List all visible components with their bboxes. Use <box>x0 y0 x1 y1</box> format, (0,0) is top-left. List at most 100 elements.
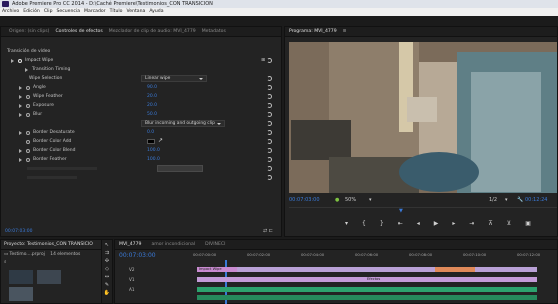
param-row-wipe-feather[interactable]: Wipe Feather 20.0 <box>7 92 281 101</box>
menu-clip[interactable]: Clip <box>44 8 53 16</box>
reset-icon[interactable] <box>267 157 272 162</box>
audio-clip-a1[interactable] <box>197 287 537 292</box>
reset-icon[interactable] <box>267 85 272 90</box>
tab-source[interactable]: Origen: (sin clips) <box>9 29 49 34</box>
wipe-selection-dropdown[interactable]: Linear wipe <box>141 75 207 82</box>
search-row[interactable]: ⌕ <box>1 259 109 267</box>
param-row-exposure[interactable]: Exposure 20.0 <box>7 101 281 110</box>
panel-menu-icon[interactable]: ≡ <box>343 29 347 34</box>
clip-thumbnail[interactable] <box>9 270 33 284</box>
keyframe-menu-icon[interactable]: ⊞ <box>261 58 265 63</box>
param-value[interactable]: 100.0 <box>147 157 160 162</box>
reset-icon[interactable] <box>267 112 272 117</box>
param-value[interactable]: 50.0 <box>147 112 157 117</box>
reset-icon[interactable] <box>267 139 272 144</box>
stopwatch-icon[interactable] <box>26 157 30 162</box>
step-back-icon[interactable]: ◂ <box>417 220 420 230</box>
param-value[interactable]: 20.0 <box>147 94 157 99</box>
reset-icon[interactable] <box>267 130 272 135</box>
param-row-angle[interactable]: Angle 90.0 <box>7 83 281 92</box>
eyedropper-icon[interactable]: ↗ <box>158 137 163 144</box>
effect-row[interactable]: Impact Wipe ⊞ <box>7 56 281 65</box>
stopwatch-icon[interactable] <box>26 103 30 108</box>
reset-icon[interactable] <box>267 148 272 153</box>
param-value[interactable]: 0.0 <box>147 130 154 135</box>
param-row-blur[interactable]: Blur 50.0 <box>7 110 281 119</box>
reset-icon[interactable] <box>267 166 272 171</box>
extract-icon[interactable]: ⊻ <box>507 220 511 230</box>
expand-icon[interactable] <box>19 130 22 135</box>
panel-footer-icons[interactable]: ⇄ ⊏ <box>263 228 273 234</box>
reset-icon[interactable] <box>267 175 272 180</box>
menu-marcador[interactable]: Marcador <box>84 8 106 16</box>
mark-in-icon[interactable]: { <box>362 220 366 230</box>
param-row-border-feather[interactable]: Border Feather 100.0 <box>7 155 281 164</box>
effect-panel-timecode[interactable]: 00:07:03:00 <box>5 229 32 234</box>
timeline-timecode[interactable]: 00:07:03:00 <box>119 252 156 259</box>
lift-icon[interactable]: ⊼ <box>488 220 492 230</box>
tab-sequence-mvi[interactable]: MVI_4779 <box>119 242 141 247</box>
project-title[interactable]: Proyecto: Testimonios_CON TRANSICIO <box>1 240 109 250</box>
expand-icon[interactable] <box>19 112 22 117</box>
param-row-border-color-add[interactable]: Border Color Add ↗ <box>7 137 281 146</box>
expand-icon[interactable] <box>25 67 28 72</box>
video-clip-v2[interactable] <box>237 267 537 272</box>
stopwatch-icon[interactable] <box>26 85 30 90</box>
tab-program[interactable]: Programa: MVI_4779 <box>289 29 337 34</box>
video-frame[interactable] <box>289 42 557 193</box>
tab-metadata[interactable]: Metadatos <box>202 29 226 34</box>
resolution-dropdown[interactable]: 1/2 <box>489 195 497 205</box>
param-value[interactable]: 20.0 <box>147 103 157 108</box>
stopwatch-icon[interactable] <box>26 139 30 144</box>
reset-icon[interactable] <box>267 103 272 108</box>
hand-tool-icon[interactable]: ✋ <box>104 290 110 296</box>
zoom-dropdown[interactable]: 50% <box>345 195 356 205</box>
razor-tool-icon[interactable]: ◇ <box>105 266 109 272</box>
param-row-border-desaturate[interactable]: Border Desaturate 0.0 <box>7 128 281 137</box>
expand-icon[interactable] <box>11 58 14 63</box>
reset-icon[interactable] <box>267 58 272 63</box>
track-select-icon[interactable]: ⇉ <box>105 250 109 256</box>
expand-icon[interactable] <box>19 148 22 153</box>
expand-icon[interactable] <box>19 94 22 99</box>
chevron-down-icon[interactable]: ▾ <box>369 195 372 205</box>
video-clip-v1[interactable]: Efectos <box>197 277 537 282</box>
export-frame-icon[interactable]: ▣ <box>525 220 531 230</box>
tab-sequence-amor[interactable]: amor incondicional <box>151 242 195 247</box>
selection-tool-icon[interactable]: ↖ <box>105 242 109 248</box>
reset-icon[interactable] <box>267 76 272 81</box>
color-swatch[interactable] <box>147 139 155 144</box>
transition-timing-row[interactable]: Transition Timing <box>7 65 281 74</box>
mark-out-icon[interactable]: } <box>380 220 384 230</box>
reset-icon[interactable] <box>267 121 272 126</box>
ripple-edit-icon[interactable]: ✣ <box>105 258 109 264</box>
time-ruler[interactable]: 00:07:00:00 00:07:02:00 00:07:04:00 00:0… <box>193 252 557 260</box>
clip-thumbnail[interactable] <box>37 270 61 284</box>
menu-titulo[interactable]: Título <box>110 8 123 16</box>
expand-icon[interactable] <box>19 103 22 108</box>
menu-secuencia[interactable]: Secuencia <box>57 8 81 16</box>
menu-edicion[interactable]: Edición <box>23 8 40 16</box>
blur-mode-dropdown[interactable]: Blur incoming and outgoing clip <box>141 120 225 127</box>
clip-thumbnail[interactable] <box>9 287 33 301</box>
menu-ventana[interactable]: Ventana <box>126 8 145 16</box>
search-icon[interactable]: ⌕ <box>4 260 7 265</box>
menu-archivo[interactable]: Archivo <box>2 8 19 16</box>
marker-icon[interactable]: ▾ <box>345 220 348 230</box>
tab-audio-mixer[interactable]: Mezclador de clip de audio: MVI_4779 <box>109 29 196 34</box>
param-row-border-color-blend[interactable]: Border Color Blend 100.0 <box>7 146 281 155</box>
go-to-out-icon[interactable]: ⇥ <box>469 220 474 230</box>
step-forward-icon[interactable]: ▸ <box>452 220 455 230</box>
tab-effect-controls[interactable]: Controles de efectos <box>55 29 102 34</box>
reset-icon[interactable] <box>267 94 272 99</box>
param-value[interactable]: 100.0 <box>147 148 160 153</box>
audio-clip-a2[interactable] <box>197 295 537 300</box>
pen-tool-icon[interactable]: ✎ <box>105 282 109 288</box>
stopwatch-icon[interactable] <box>26 112 30 117</box>
param-value[interactable]: 90.0 <box>147 85 157 90</box>
chevron-down-icon[interactable]: ▾ <box>505 195 508 205</box>
slip-tool-icon[interactable]: ↔ <box>105 274 109 280</box>
go-to-in-icon[interactable]: ⇤ <box>398 220 403 230</box>
play-icon[interactable]: ▶ <box>434 220 439 230</box>
wrench-icon[interactable]: 🔧 <box>517 195 523 205</box>
